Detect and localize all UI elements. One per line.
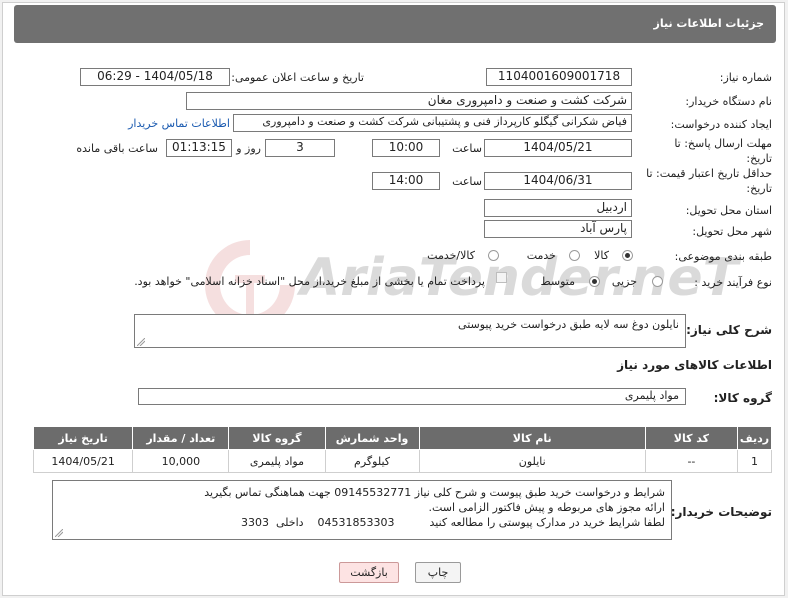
description-text: نایلون دوغ سه لایه طبق درخواست خرید پیوس… — [458, 318, 679, 331]
process-radio-minor[interactable] — [652, 276, 663, 287]
col-header-need-date: تاریخ نیاز — [32, 426, 134, 450]
back-button[interactable]: بازگشت — [339, 562, 399, 583]
panel-title: جزئیات اطلاعات نیاز — [653, 17, 765, 30]
category-radio-goods[interactable] — [622, 250, 633, 261]
buyer-org-label: نام دستگاه خریدار: — [685, 95, 772, 108]
process-label: نوع فرآیند خرید : — [694, 276, 772, 289]
category-radio-goods-service[interactable] — [488, 250, 499, 261]
col-header-group: گروه کالا — [228, 426, 326, 450]
cell-need-date: 1404/05/21 — [32, 449, 134, 473]
buyer-contact-link[interactable]: اطلاعات تماس خریدار — [128, 117, 230, 130]
province-field: اردبیل — [484, 199, 632, 217]
cell-row-num: 1 — [736, 449, 773, 473]
days-label: روز و — [236, 142, 261, 155]
goods-group-field: مواد پلیمری — [138, 388, 686, 405]
process-option-medium: متوسط — [540, 275, 575, 288]
goods-table: ردیف کد کالا نام کالا واحد شمارش گروه کا… — [32, 426, 773, 473]
creator-label: ایجاد کننده درخواست: — [670, 118, 772, 131]
buyer-notes-label: توضیحات خریدار: — [670, 505, 772, 519]
deadline-time-label: ساعت — [452, 142, 482, 155]
remaining-label: ساعت باقی مانده — [76, 142, 158, 155]
announce-label: تاریخ و ساعت اعلان عمومی: — [231, 71, 364, 84]
buyer-notes-line: لطفا شرایط خرید در مدارک پیوستی را مطالع… — [240, 516, 665, 529]
goods-group-label: گروه کالا: — [713, 391, 772, 405]
cell-unit: کیلوگرم — [324, 449, 420, 473]
goods-section-title: اطلاعات کالاهای مورد نیاز — [617, 358, 772, 372]
buyer-notes-line: شرایط و درخواست خرید طبق پیوست و شرح کلی… — [204, 486, 665, 499]
process-radio-medium[interactable] — [589, 276, 600, 287]
col-header-quantity: تعداد / مقدار — [132, 426, 230, 450]
category-option-goods: کالا — [594, 249, 609, 262]
need-number-label: شماره نیاز: — [719, 71, 772, 84]
goods-table-header-row: ردیف کد کالا نام کالا واحد شمارش گروه کا… — [32, 426, 773, 450]
deadline-time-field: 10:00 — [372, 139, 440, 157]
price-validity-time-label: ساعت — [452, 175, 482, 188]
col-header-unit: واحد شمارش — [324, 426, 420, 450]
deadline-date-field: 1404/05/21 — [484, 139, 632, 157]
remaining-time-field: 01:13:15 — [166, 139, 232, 157]
description-label: شرح کلی نیاز: — [686, 323, 772, 337]
buyer-org-field: شرکت کشت و صنعت و دامپروری مغان — [186, 92, 632, 110]
deadline-label: مهلت ارسال پاسخ: تا تاریخ: — [674, 137, 772, 165]
panel-header: جزئیات اطلاعات نیاز — [14, 5, 776, 43]
col-header-row-num: ردیف — [736, 426, 773, 450]
description-textarea[interactable]: نایلون دوغ سه لایه طبق درخواست خرید پیوس… — [134, 314, 686, 348]
category-label: طبقه بندی موضوعی: — [674, 250, 772, 263]
treasury-note: پرداخت تمام یا بخشی از مبلغ خرید،از محل … — [134, 275, 485, 288]
treasury-checkbox[interactable] — [496, 272, 507, 283]
announce-datetime-field: 1404/05/18 - 06:29 — [80, 68, 230, 86]
category-option-goods-service: کالا/خدمت — [427, 249, 475, 262]
table-row: 1 -- نایلون کیلوگرم مواد پلیمری 10,000 1… — [32, 449, 773, 473]
cell-name: نایلون — [418, 449, 646, 473]
process-option-minor: جزیی — [611, 275, 637, 288]
category-radio-service[interactable] — [569, 250, 580, 261]
category-option-service: خدمت — [526, 249, 556, 262]
city-label: شهر محل تحویل: — [692, 225, 772, 238]
col-header-name: نام کالا — [418, 426, 646, 450]
cell-quantity: 10,000 — [132, 449, 230, 473]
price-validity-label: حداقل تاریخ اعتبار قیمت: تا تاریخ: — [646, 167, 772, 195]
resize-grip-icon[interactable] — [137, 338, 145, 346]
buyer-notes-line: ارائه مجوز های مربوطه و پیش فاکتور الزام… — [428, 501, 665, 514]
province-label: استان محل تحویل: — [685, 204, 772, 217]
resize-grip-icon[interactable] — [55, 529, 63, 537]
price-validity-date-field: 1404/06/31 — [484, 172, 632, 190]
col-header-code: کد کالا — [644, 426, 738, 450]
price-validity-time-field: 14:00 — [372, 172, 440, 190]
cell-group: مواد پلیمری — [228, 449, 326, 473]
buyer-notes-textarea[interactable]: شرایط و درخواست خرید طبق پیوست و شرح کلی… — [52, 480, 672, 540]
cell-code: -- — [644, 449, 738, 473]
creator-field: فیاض شکرانی گیگلو کارپرداز فنی و پشتیبان… — [233, 114, 632, 132]
days-field: 3 — [265, 139, 335, 157]
print-button[interactable]: چاپ — [415, 562, 461, 583]
city-field: پارس آباد — [484, 220, 632, 238]
need-number-field: 1104001609001718 — [486, 68, 632, 86]
